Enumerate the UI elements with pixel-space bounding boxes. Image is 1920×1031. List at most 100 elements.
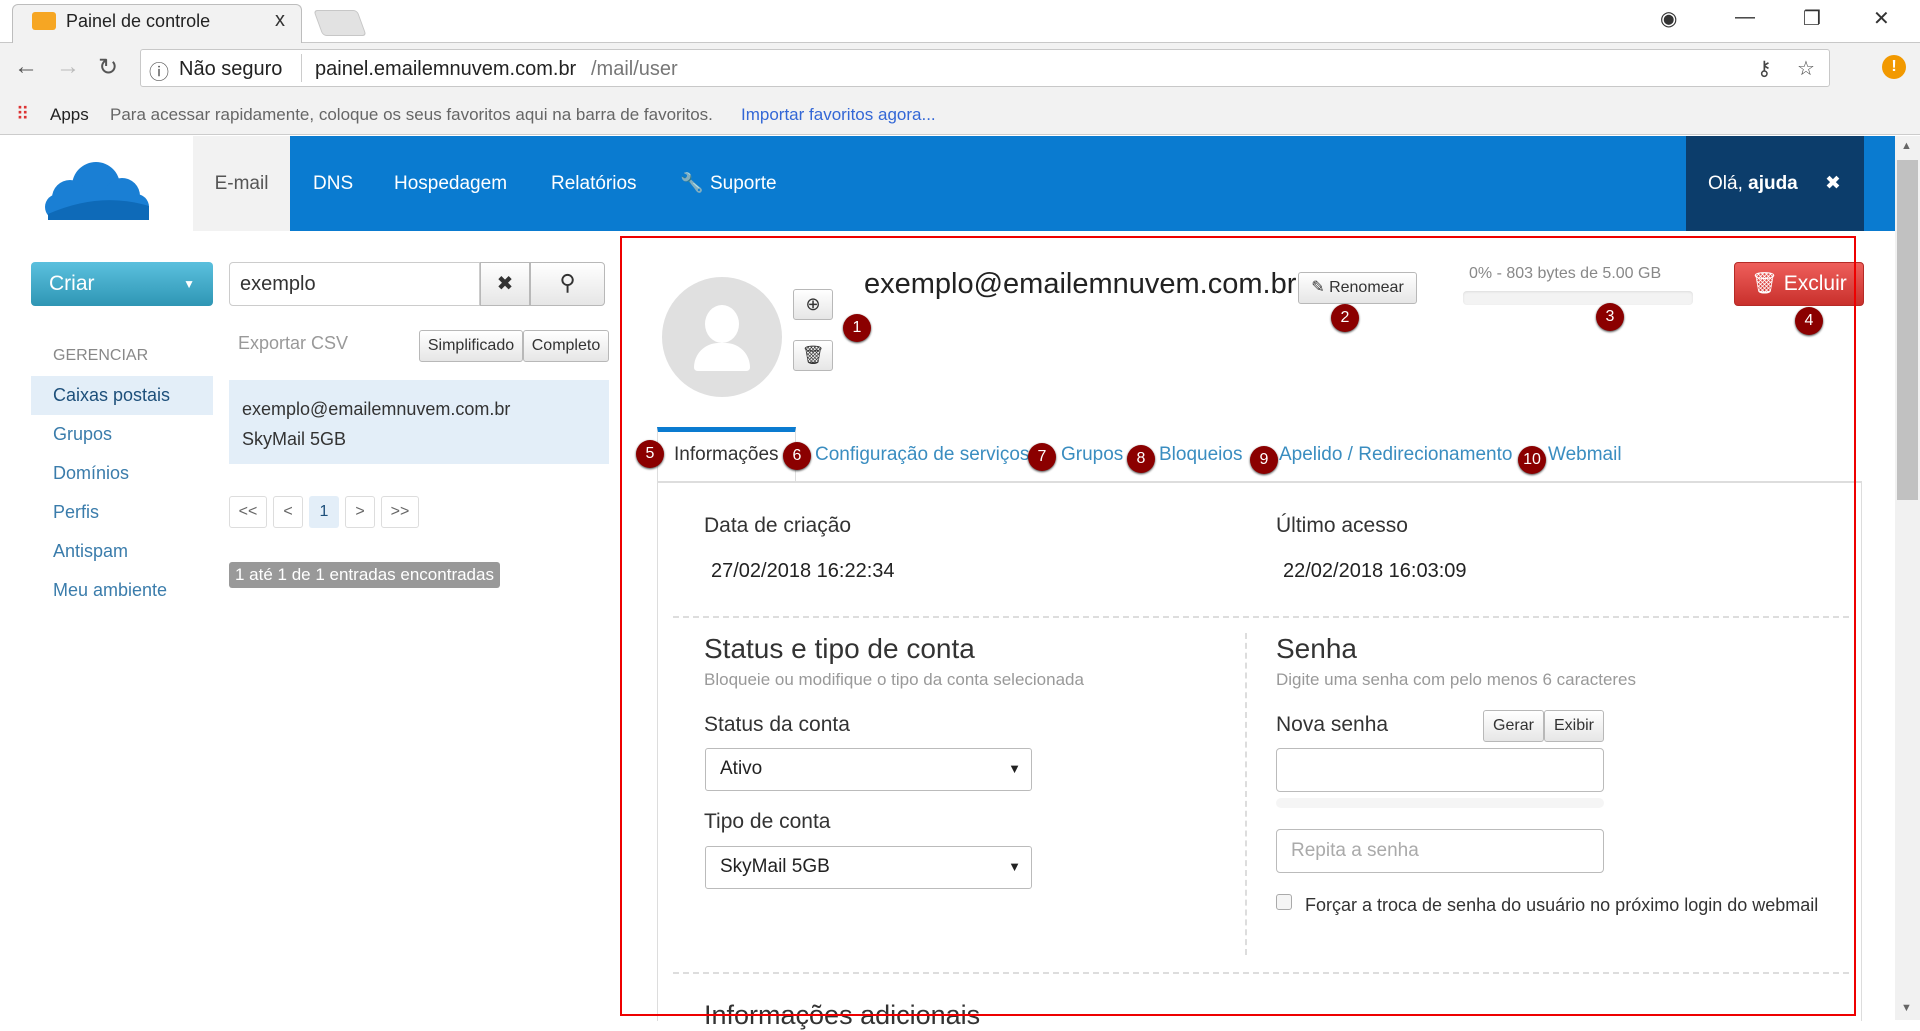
force-change-checkbox[interactable] (1276, 894, 1292, 910)
tab-webmail[interactable]: Webmail (1548, 444, 1622, 466)
list-item[interactable]: exemplo@emailemnuvem.com.br SkyMail 5GB (229, 380, 609, 464)
username: ajuda (1748, 173, 1798, 194)
back-icon[interactable]: ← (14, 53, 38, 81)
page-1[interactable]: 1 (309, 496, 339, 528)
sidebar-item-caixas-postais[interactable]: Caixas postais (53, 385, 170, 406)
sidebar-item-antispam[interactable]: Antispam (53, 541, 128, 562)
new-tab-button[interactable] (313, 10, 366, 36)
account-email: exemplo@emailemnuvem.com.br (864, 268, 1296, 301)
additional-info-title: Informações adicionais (704, 1000, 980, 1031)
apps-grid-icon[interactable]: ⠿ (16, 104, 29, 125)
quota-bar (1463, 291, 1693, 305)
tab-bloqueios[interactable]: Bloqueios (1159, 444, 1242, 466)
view-simplified-button[interactable]: Simplificado (419, 330, 523, 362)
tab-informacoes[interactable]: Informações (674, 444, 779, 466)
force-change-label[interactable]: Forçar a troca de senha do usuário no pr… (1305, 890, 1825, 920)
tab-close-button[interactable]: x (275, 9, 285, 32)
close-window-button[interactable]: ✕ (1873, 6, 1890, 31)
forward-icon[interactable]: → (56, 53, 80, 81)
password-strength-bar (1276, 798, 1604, 808)
quota-text: 0% - 803 bytes de 5.00 GB (1469, 265, 1661, 283)
nav-suporte[interactable]: Suporte (710, 136, 777, 231)
scroll-up-icon[interactable]: ▲ (1901, 140, 1912, 152)
import-bookmarks-link[interactable]: Importar favoritos agora... (741, 105, 936, 125)
generate-password-button[interactable]: Gerar (1483, 710, 1544, 742)
nav-hospedagem[interactable]: Hospedagem (394, 136, 507, 231)
password-section-subtitle: Digite uma senha com pelo menos 6 caract… (1276, 670, 1636, 690)
star-icon[interactable]: ☆ (1797, 56, 1815, 81)
annotation-badge-7: 7 (1028, 443, 1056, 471)
sidebar-item-perfis[interactable]: Perfis (53, 502, 99, 523)
view-full-button[interactable]: Completo (523, 330, 609, 362)
reload-icon[interactable]: ↻ (98, 53, 118, 82)
annotation-badge-4: 4 (1795, 307, 1823, 335)
scroll-down-icon[interactable]: ▼ (1901, 1002, 1912, 1014)
user-silhouette-icon (705, 305, 739, 343)
rename-button[interactable]: ✎ Renomear (1298, 272, 1417, 304)
nav-email[interactable]: E-mail (193, 136, 290, 231)
annotation-badge-10: 10 (1518, 446, 1546, 474)
key-icon[interactable]: ⚷ (1757, 56, 1772, 81)
caret-down-icon: ▼ (183, 262, 195, 306)
password-section-title: Senha (1276, 633, 1357, 665)
wrench-icon: 🔧 (680, 136, 704, 231)
sidebar-item-dominios[interactable]: Domínios (53, 463, 129, 484)
page-first[interactable]: << (229, 496, 267, 528)
app-header: E-mail DNS Hospedagem Relatórios 🔧 Supor… (0, 136, 1895, 231)
restore-button[interactable]: ❐ (1803, 6, 1821, 31)
results-count: 1 até 1 de 1 entradas encontradas (229, 562, 500, 588)
divider (673, 972, 1849, 974)
greeting: Olá, (1708, 173, 1748, 194)
upload-avatar-button[interactable]: ⊕ (793, 289, 833, 320)
minimize-button[interactable]: — (1735, 6, 1755, 29)
sidebar-item-grupos[interactable]: Grupos (53, 424, 112, 445)
user-menu[interactable]: Olá, ajuda ✖ (1686, 136, 1864, 231)
clear-search-button[interactable]: ✖ (480, 262, 530, 306)
nav-dns[interactable]: DNS (313, 136, 353, 231)
export-csv-link[interactable]: Exportar CSV (238, 333, 348, 354)
tab-grupos[interactable]: Grupos (1061, 444, 1123, 466)
user-silhouette-body (694, 343, 750, 371)
delete-account-button[interactable]: 🗑 Excluir (1734, 262, 1864, 306)
new-password-input[interactable] (1276, 748, 1604, 792)
logo[interactable] (0, 136, 193, 231)
new-password-label: Nova senha (1276, 713, 1388, 737)
edit-icon: ✎ (1311, 279, 1329, 296)
tab-apelido-redirecionamento[interactable]: Apelido / Redirecionamento (1279, 444, 1512, 466)
caret-down-icon: ▼ (1008, 761, 1021, 776)
page-last[interactable]: >> (381, 496, 419, 528)
nav-relatorios[interactable]: Relatórios (551, 136, 637, 231)
browser-tabstrip: Painel de controle x ◉ — ❐ ✕ (0, 0, 1920, 43)
scrollbar-thumb[interactable] (1897, 160, 1918, 500)
account-type-select[interactable]: SkyMail 5GB▼ (705, 846, 1032, 889)
sidebar-item-meu-ambiente[interactable]: Meu ambiente (53, 580, 167, 601)
caret-down-icon: ▼ (1008, 859, 1021, 874)
apps-link[interactable]: Apps (50, 105, 89, 125)
create-button[interactable]: Criar ▼ (31, 262, 213, 306)
page-prev[interactable]: < (273, 496, 303, 528)
status-label: Status da conta (704, 713, 850, 737)
annotation-badge-9: 9 (1250, 446, 1278, 474)
page-next[interactable]: > (345, 496, 375, 528)
search-icon: ⚲ (559, 270, 575, 295)
cloud-logo-icon (0, 136, 193, 231)
list-item-plan: SkyMail 5GB (242, 424, 596, 454)
created-label: Data de criação (704, 514, 851, 538)
annotation-badge-5: 5 (636, 440, 664, 468)
created-value: 27/02/2018 16:22:34 (711, 560, 895, 583)
search-input[interactable] (229, 262, 480, 306)
status-select[interactable]: Ativo▼ (705, 748, 1032, 791)
update-alert-icon[interactable]: ! (1882, 55, 1906, 79)
repeat-password-input[interactable]: Repita a senha (1276, 829, 1604, 873)
logout-icon[interactable]: ✖ (1825, 173, 1841, 194)
remove-avatar-button[interactable]: 🗑 (793, 340, 833, 371)
search-button[interactable]: ⚲ (530, 262, 605, 306)
trash-icon: 🗑 (1751, 272, 1784, 295)
profile-icon[interactable]: ◉ (1660, 6, 1677, 31)
show-password-button[interactable]: Exibir (1544, 710, 1604, 742)
info-icon: ⓘ (149, 56, 169, 85)
annotation-badge-2: 2 (1331, 304, 1359, 332)
address-bar[interactable]: ⓘ Não seguro painel.emailemnuvem.com.br … (140, 49, 1830, 87)
tab-configuracao-servicos[interactable]: Configuração de serviços (815, 444, 1029, 466)
status-section-title: Status e tipo de conta (704, 633, 975, 665)
